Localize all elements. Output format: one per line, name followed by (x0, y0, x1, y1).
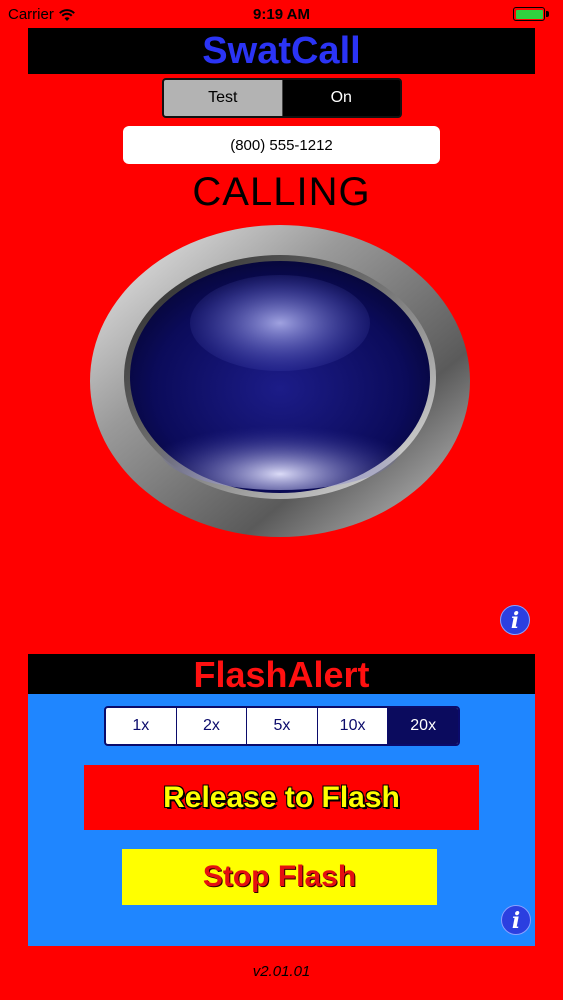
release-to-flash-button[interactable]: Release to Flash (84, 765, 479, 830)
swatcall-info-icon[interactable]: i (500, 605, 530, 635)
swatcall-title: SwatCall (28, 28, 535, 74)
call-status-label: CALLING (192, 170, 371, 214)
flash-count-10x[interactable]: 10x (318, 708, 389, 744)
status-bar: Carrier 9:19 AM (0, 0, 563, 28)
clock: 9:19 AM (253, 6, 310, 23)
flash-count-20x[interactable]: 20x (388, 708, 458, 744)
phone-number-field[interactable]: (800) 555-1212 (123, 126, 440, 164)
flashalert-panel: 1x 2x 5x 10x 20x Release to Flash Stop F… (28, 694, 535, 946)
flash-count-1x[interactable]: 1x (106, 708, 177, 744)
mode-segmented-control[interactable]: Test On (162, 78, 402, 118)
mode-on-segment[interactable]: On (282, 80, 400, 116)
call-button[interactable] (90, 225, 470, 537)
mode-test-segment[interactable]: Test (164, 80, 283, 116)
flashalert-title: FlashAlert (28, 654, 535, 695)
battery-icon (513, 7, 553, 21)
version-label: v2.01.01 (252, 963, 311, 980)
flash-count-segmented-control[interactable]: 1x 2x 5x 10x 20x (104, 706, 460, 746)
flash-count-5x[interactable]: 5x (247, 708, 318, 744)
stop-flash-button[interactable]: Stop Flash (122, 849, 437, 905)
flashalert-info-icon[interactable]: i (501, 905, 531, 935)
flash-count-2x[interactable]: 2x (177, 708, 248, 744)
